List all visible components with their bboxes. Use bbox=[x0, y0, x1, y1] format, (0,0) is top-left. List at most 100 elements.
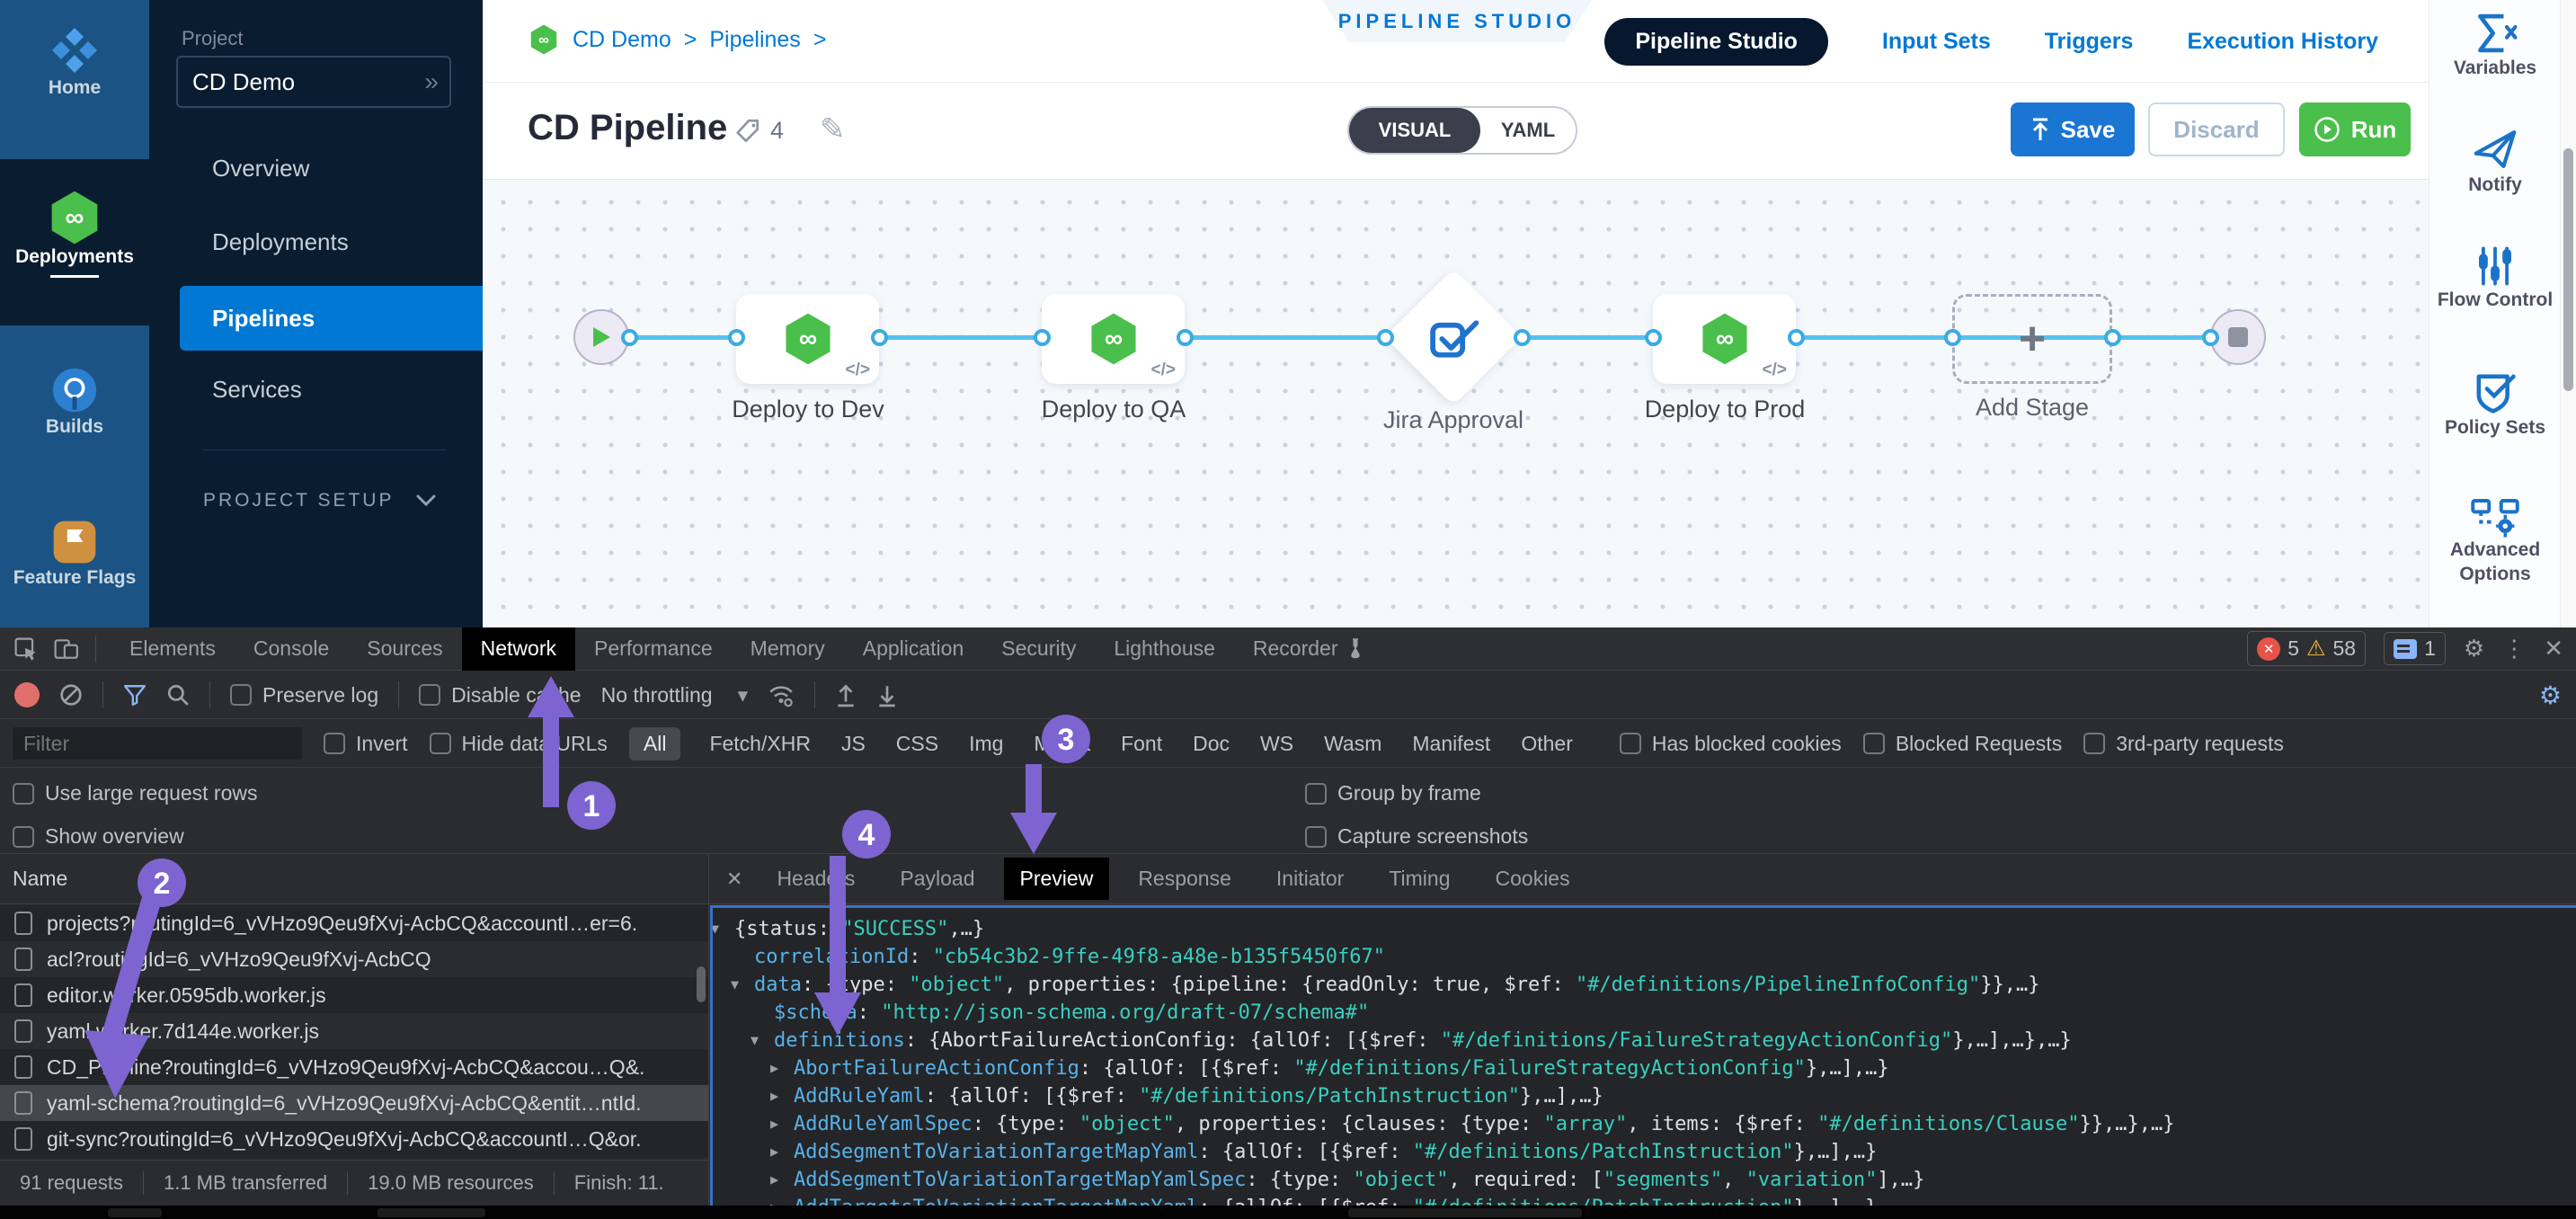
connector-dot[interactable] bbox=[1788, 329, 1805, 346]
connector-dot[interactable] bbox=[1645, 329, 1662, 346]
json-line[interactable]: $schema: "http://json-schema.org/draft-0… bbox=[713, 999, 2576, 1027]
close-detail-icon[interactable]: ✕ bbox=[721, 868, 748, 891]
devtools-tab-console[interactable]: Console bbox=[235, 627, 348, 671]
detail-tab-preview[interactable]: Preview bbox=[1004, 858, 1110, 900]
expander-icon[interactable]: ▶ bbox=[770, 1166, 778, 1194]
edit-pencil-icon[interactable]: ✎ bbox=[820, 111, 846, 147]
filter-type-font[interactable]: Font bbox=[1119, 727, 1164, 761]
console-issues-badge[interactable]: ✕ 5 ⚠ 58 bbox=[2247, 631, 2366, 666]
header-tab-execution-history[interactable]: Execution History bbox=[2187, 29, 2378, 55]
expander-icon[interactable]: ▶ bbox=[770, 1110, 778, 1138]
filter-type-css[interactable]: CSS bbox=[894, 727, 940, 761]
page-scrollbar[interactable] bbox=[2560, 0, 2576, 627]
record-button[interactable] bbox=[14, 682, 40, 707]
nav-item-services[interactable]: Services bbox=[212, 376, 302, 404]
json-line[interactable]: ▼{status: "SUCCESS",…} bbox=[713, 915, 2576, 943]
network-conditions-icon[interactable] bbox=[768, 682, 795, 707]
detail-tab-headers[interactable]: Headers bbox=[760, 858, 871, 900]
expander-icon[interactable]: ▶ bbox=[770, 1082, 778, 1110]
export-har-icon[interactable] bbox=[876, 682, 898, 707]
disable-cache-checkbox[interactable] bbox=[419, 684, 440, 706]
sidebar-item-home[interactable]: Home bbox=[0, 23, 149, 99]
settings-gear-icon[interactable]: ⚙ bbox=[2464, 635, 2484, 663]
json-line[interactable]: ▶AddSegmentToVariationTargetMapYaml: {al… bbox=[713, 1138, 2576, 1166]
devtools-tab-elements[interactable]: Elements bbox=[111, 627, 235, 671]
breadcrumb-project[interactable]: CD Demo bbox=[573, 27, 671, 53]
run-button[interactable]: Run bbox=[2299, 102, 2411, 156]
toolbar-item-notify[interactable]: Notify bbox=[2429, 126, 2561, 197]
project-selector[interactable]: CD Demo » bbox=[176, 56, 451, 108]
filter-type-img[interactable]: Img bbox=[967, 727, 1005, 761]
expander-icon[interactable]: ▶ bbox=[770, 1194, 778, 1206]
connector-dot[interactable] bbox=[621, 329, 638, 346]
filter-type-doc[interactable]: Doc bbox=[1191, 727, 1231, 761]
toggle-visual[interactable]: VISUAL bbox=[1349, 108, 1480, 153]
json-line[interactable]: ▶AddTargetsToVariationTargetMapYaml: {al… bbox=[713, 1194, 2576, 1206]
has-blocked-cookies-checkbox[interactable] bbox=[1620, 733, 1641, 754]
detail-tab-timing[interactable]: Timing bbox=[1372, 858, 1466, 900]
expander-icon[interactable]: ▼ bbox=[713, 915, 719, 943]
request-row-yaml-schema[interactable]: yaml-schema?routingId=6_vVHzo9Qeu9fXvj-A… bbox=[0, 1085, 708, 1121]
expander-icon[interactable]: ▶ bbox=[770, 1054, 778, 1082]
filter-type-fetch-xhr[interactable]: Fetch/XHR bbox=[707, 727, 812, 761]
filter-type-wasm[interactable]: Wasm bbox=[1322, 727, 1383, 761]
page-scrollbar-thumb[interactable] bbox=[2563, 148, 2573, 391]
hide-data-urls-checkbox[interactable] bbox=[430, 733, 451, 754]
header-tab-triggers[interactable]: Triggers bbox=[2045, 29, 2134, 55]
tags-button[interactable]: 4 bbox=[734, 117, 784, 145]
detail-tab-response[interactable]: Response bbox=[1122, 858, 1248, 900]
devtools-tab-performance[interactable]: Performance bbox=[575, 627, 732, 671]
show-overview-checkbox[interactable] bbox=[13, 826, 34, 848]
preview-json-tree[interactable]: ▼{status: "SUCCESS",…}correlationId: "cb… bbox=[710, 905, 2576, 1206]
connector-dot[interactable] bbox=[1034, 329, 1051, 346]
expander-icon[interactable]: ▶ bbox=[770, 1138, 778, 1166]
devtools-tab-application[interactable]: Application bbox=[844, 627, 983, 671]
blocked-requests-checkbox[interactable] bbox=[1863, 733, 1885, 754]
expander-icon[interactable]: ▼ bbox=[751, 1027, 759, 1054]
filter-type-manifest[interactable]: Manifest bbox=[1410, 727, 1492, 761]
connector-dot[interactable] bbox=[1514, 329, 1531, 346]
connector-dot[interactable] bbox=[1377, 329, 1394, 346]
nav-item-deployments[interactable]: Deployments bbox=[212, 228, 349, 256]
pipeline-canvas[interactable]: ∞ </> Deploy to Dev ∞ </> Deploy to QA J… bbox=[483, 180, 2429, 627]
stage-deploy-to-prod[interactable]: ∞ </> bbox=[1653, 294, 1796, 384]
devtools-tab-security[interactable]: Security bbox=[982, 627, 1095, 671]
group-by-frame-checkbox[interactable] bbox=[1305, 783, 1327, 805]
json-line[interactable]: correlationId: "cb54c3b2-9ffe-49f8-a48e-… bbox=[713, 943, 2576, 971]
kebab-menu-icon[interactable]: ⋮ bbox=[2502, 635, 2526, 663]
stage-deploy-to-qa[interactable]: ∞ </> bbox=[1042, 294, 1185, 384]
json-line[interactable]: ▼data: {type: "object", properties: {pip… bbox=[713, 971, 2576, 999]
connector-dot[interactable] bbox=[2104, 329, 2121, 346]
json-line[interactable]: ▼definitions: {AbortFailureActionConfig:… bbox=[713, 1027, 2576, 1054]
capture-screenshots-checkbox[interactable] bbox=[1305, 826, 1327, 848]
header-tab-input-sets[interactable]: Input Sets bbox=[1882, 29, 1991, 55]
toolbar-item-variables[interactable]: Variables bbox=[2429, 11, 2561, 80]
close-devtools-icon[interactable]: ✕ bbox=[2544, 635, 2563, 663]
sidebar-item-feature-flags[interactable]: Feature Flags bbox=[0, 517, 149, 589]
devtools-tab-network[interactable]: Network bbox=[462, 627, 575, 671]
toolbar-item-policy-sets[interactable]: Policy Sets bbox=[2429, 370, 2561, 440]
header-tab-pipeline-studio[interactable]: Pipeline Studio bbox=[1604, 18, 1828, 66]
messages-badge[interactable]: 1 bbox=[2384, 632, 2446, 665]
save-button[interactable]: Save bbox=[2011, 102, 2135, 156]
connector-dot[interactable] bbox=[1177, 329, 1194, 346]
connector-dot[interactable] bbox=[2202, 329, 2219, 346]
add-stage-button[interactable]: + bbox=[1952, 294, 2112, 384]
connector-dot[interactable] bbox=[728, 329, 745, 346]
breadcrumb[interactable]: ∞ CD Demo > Pipelines > bbox=[528, 23, 826, 56]
json-line[interactable]: ▶AbortFailureActionConfig: {allOf: [{$re… bbox=[713, 1054, 2576, 1082]
connector-dot[interactable] bbox=[871, 329, 888, 346]
import-har-icon[interactable] bbox=[835, 682, 857, 707]
detail-tab-payload[interactable]: Payload bbox=[884, 858, 990, 900]
invert-checkbox[interactable] bbox=[324, 733, 345, 754]
json-line[interactable]: ▶AddRuleYaml: {allOf: [{$ref: "#/definit… bbox=[713, 1082, 2576, 1110]
filter-icon[interactable] bbox=[123, 683, 147, 707]
sidebar-item-builds[interactable]: Builds bbox=[0, 364, 149, 438]
project-setup-toggle[interactable]: PROJECT SETUP bbox=[203, 490, 437, 512]
device-toolbar-icon[interactable] bbox=[54, 637, 79, 661]
nav-item-overview[interactable]: Overview bbox=[212, 155, 309, 182]
filter-type-js[interactable]: JS bbox=[839, 727, 867, 761]
third-party-requests-checkbox[interactable] bbox=[2083, 733, 2105, 754]
request-row-editor-worker-0595db-worker-js[interactable]: editor.worker.0595db.worker.js bbox=[0, 977, 708, 1013]
throttling-select[interactable]: No throttling ▾ bbox=[601, 683, 749, 707]
